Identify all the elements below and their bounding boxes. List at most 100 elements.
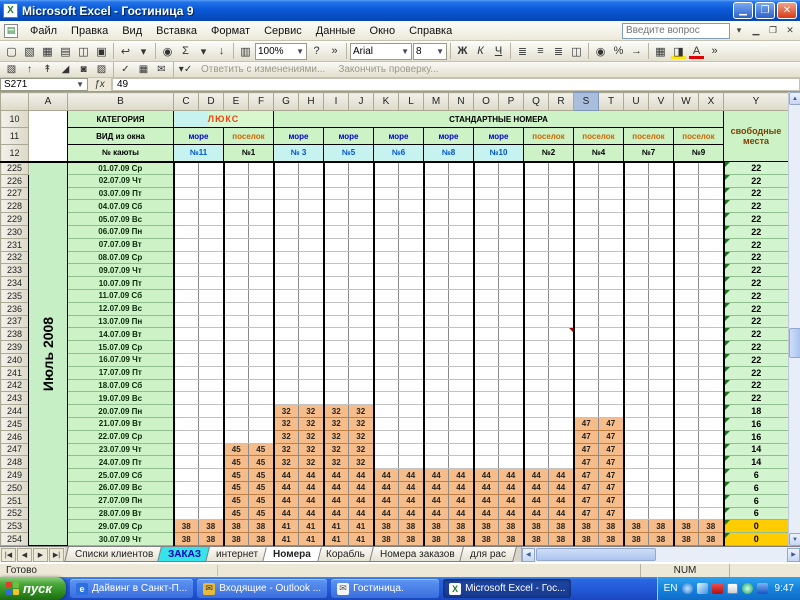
cell-I245[interactable]: 32 <box>324 417 349 430</box>
cell-G254[interactable]: 41 <box>274 533 299 546</box>
scroll-up-icon[interactable]: ▲ <box>789 92 800 105</box>
cell-I228[interactable] <box>324 200 349 213</box>
camera-icon[interactable]: ◙ <box>75 63 92 77</box>
cell-S227[interactable] <box>574 187 599 200</box>
cell-O248[interactable] <box>474 456 499 469</box>
menu-item[interactable]: Правка <box>64 23 115 39</box>
cell-K250[interactable]: 44 <box>374 481 399 494</box>
row-header-252[interactable]: 252 <box>1 507 29 520</box>
row-header-243[interactable]: 243 <box>1 392 29 405</box>
cell-H231[interactable] <box>299 238 324 251</box>
cell-U233[interactable] <box>624 264 649 277</box>
cell-M244[interactable] <box>424 405 449 418</box>
cell-L226[interactable] <box>399 174 424 187</box>
autosum-icon[interactable]: Σ <box>177 43 194 60</box>
cell-J234[interactable] <box>349 277 374 290</box>
cell-Y225[interactable]: 22 <box>724 162 789 175</box>
cell-E228[interactable] <box>224 200 249 213</box>
cell-B240[interactable]: 16.07.09 Чт <box>68 353 174 366</box>
cell-T244[interactable] <box>599 405 624 418</box>
cell-F225[interactable] <box>249 162 274 175</box>
cell-I240[interactable] <box>324 353 349 366</box>
cell-H247[interactable]: 32 <box>299 443 324 456</box>
row-header-250[interactable]: 250 <box>1 481 29 494</box>
font-name-combo[interactable]: Arial▼ <box>350 43 412 60</box>
cell-K248[interactable] <box>374 456 399 469</box>
cell-I226[interactable] <box>324 174 349 187</box>
cell-P238[interactable] <box>499 328 524 341</box>
cell-P234[interactable] <box>499 277 524 290</box>
cell-Q226[interactable] <box>524 174 549 187</box>
gray-triangle-icon[interactable]: ◢ <box>57 63 74 77</box>
cell-G241[interactable] <box>274 366 299 379</box>
cell-N247[interactable] <box>449 443 474 456</box>
cell-U242[interactable] <box>624 379 649 392</box>
cell-J254[interactable]: 41 <box>349 533 374 546</box>
cell-F244[interactable] <box>249 405 274 418</box>
cell-I242[interactable] <box>324 379 349 392</box>
cell-Q234[interactable] <box>524 277 549 290</box>
cell-G226[interactable] <box>274 174 299 187</box>
cell-H245[interactable]: 32 <box>299 417 324 430</box>
cell-B227[interactable]: 03.07.09 Пт <box>68 187 174 200</box>
cell-T242[interactable] <box>599 379 624 392</box>
row-header-253[interactable]: 253 <box>1 520 29 533</box>
cell-M233[interactable] <box>424 264 449 277</box>
menu-item[interactable]: Справка <box>402 23 459 39</box>
cell-M232[interactable] <box>424 251 449 264</box>
cell-B248[interactable]: 24.07.09 Пт <box>68 456 174 469</box>
cell-S230[interactable] <box>574 225 599 238</box>
cell-J242[interactable] <box>349 379 374 392</box>
cell-V244[interactable] <box>649 405 674 418</box>
column-header-Y[interactable]: Y <box>724 93 789 111</box>
cell-R237[interactable] <box>549 315 574 328</box>
cell-G228[interactable] <box>274 200 299 213</box>
cell-V230[interactable] <box>649 225 674 238</box>
cell-C253[interactable]: 38 <box>174 520 199 533</box>
cell-O247[interactable] <box>474 443 499 456</box>
cell-L250[interactable]: 44 <box>399 481 424 494</box>
column-header-O[interactable]: O <box>474 93 499 111</box>
cell-Y239[interactable]: 22 <box>724 341 789 354</box>
cell-Q242[interactable] <box>524 379 549 392</box>
cell-O243[interactable] <box>474 392 499 405</box>
cell-A11[interactable] <box>29 128 68 145</box>
cell-W233[interactable] <box>674 264 699 277</box>
row-header-11[interactable]: 11 <box>1 128 29 145</box>
cell-K233[interactable] <box>374 264 399 277</box>
cell-G244[interactable]: 32 <box>274 405 299 418</box>
cell-V226[interactable] <box>649 174 674 187</box>
cell-V227[interactable] <box>649 187 674 200</box>
cell-W247[interactable] <box>674 443 699 456</box>
toolbar-options-icon[interactable]: » <box>706 43 723 60</box>
cell-S226[interactable] <box>574 174 599 187</box>
cell-X239[interactable] <box>699 341 724 354</box>
cell-X229[interactable] <box>699 213 724 226</box>
cell-B250[interactable]: 26.07.09 Вс <box>68 481 174 494</box>
cell-W225[interactable] <box>674 162 699 175</box>
column-header-W[interactable]: W <box>674 93 699 111</box>
cell-F228[interactable] <box>249 200 274 213</box>
cell-R251[interactable]: 44 <box>549 494 574 507</box>
cell-M231[interactable] <box>424 238 449 251</box>
cell-E246[interactable] <box>224 430 249 443</box>
cell-N241[interactable] <box>449 366 474 379</box>
cell-W246[interactable] <box>674 430 699 443</box>
cell-Q246[interactable] <box>524 430 549 443</box>
cell-S250[interactable]: 47 <box>574 481 599 494</box>
cell-K247[interactable] <box>374 443 399 456</box>
cell-S234[interactable] <box>574 277 599 290</box>
cell-T245[interactable]: 47 <box>599 417 624 430</box>
row-header-230[interactable]: 230 <box>1 225 29 238</box>
cell-M240[interactable] <box>424 353 449 366</box>
cell-N239[interactable] <box>449 341 474 354</box>
cell-Q240[interactable] <box>524 353 549 366</box>
cell-D229[interactable] <box>199 213 224 226</box>
undo-dropdown-icon[interactable]: ▾ <box>135 43 152 60</box>
cell-H242[interactable] <box>299 379 324 392</box>
cell-K234[interactable] <box>374 277 399 290</box>
undo-icon[interactable]: ↩ <box>117 43 134 60</box>
row-header-237[interactable]: 237 <box>1 315 29 328</box>
cell-M245[interactable] <box>424 417 449 430</box>
cell-K226[interactable] <box>374 174 399 187</box>
